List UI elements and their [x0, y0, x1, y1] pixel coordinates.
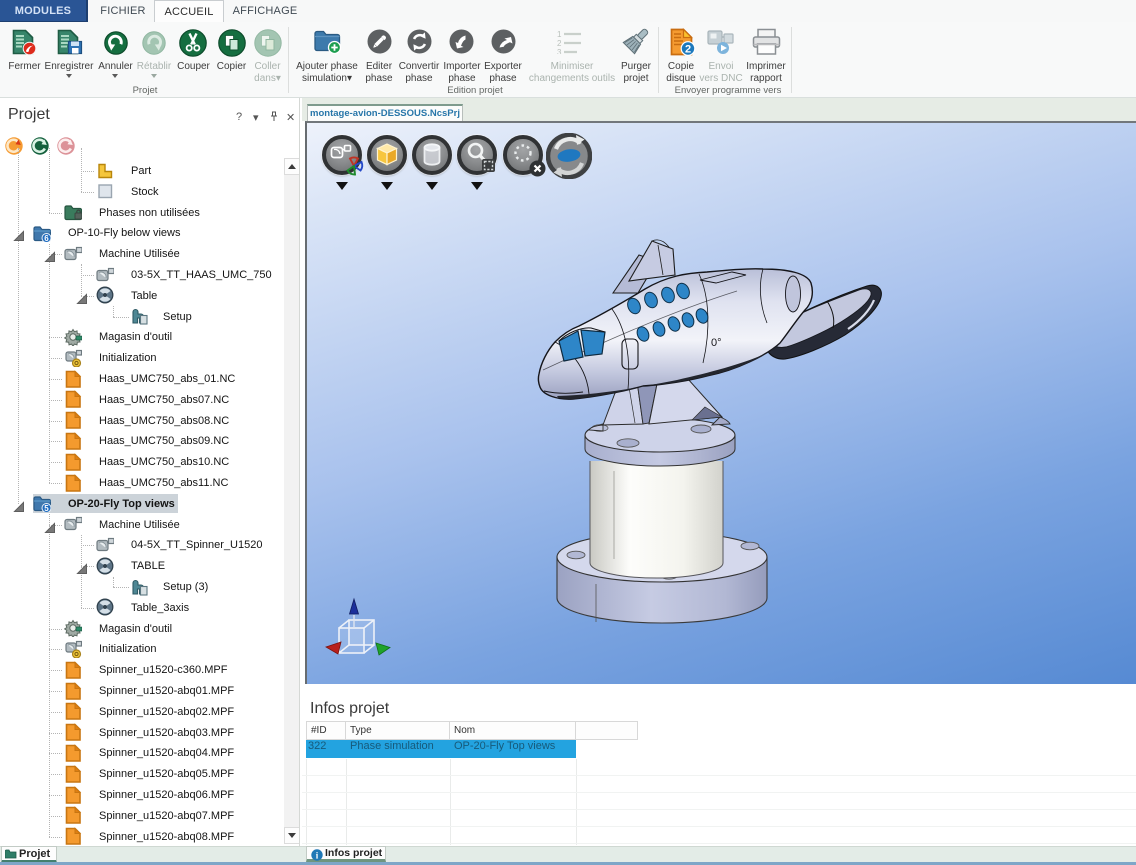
svg-text:6: 6 — [44, 234, 49, 242]
svg-text:2: 2 — [557, 39, 562, 48]
svg-text:5: 5 — [44, 504, 49, 512]
svg-text:2: 2 — [685, 44, 691, 56]
svg-text:0°: 0° — [711, 337, 722, 349]
svg-text:3: 3 — [557, 48, 562, 54]
svg-text:1: 1 — [557, 30, 562, 39]
